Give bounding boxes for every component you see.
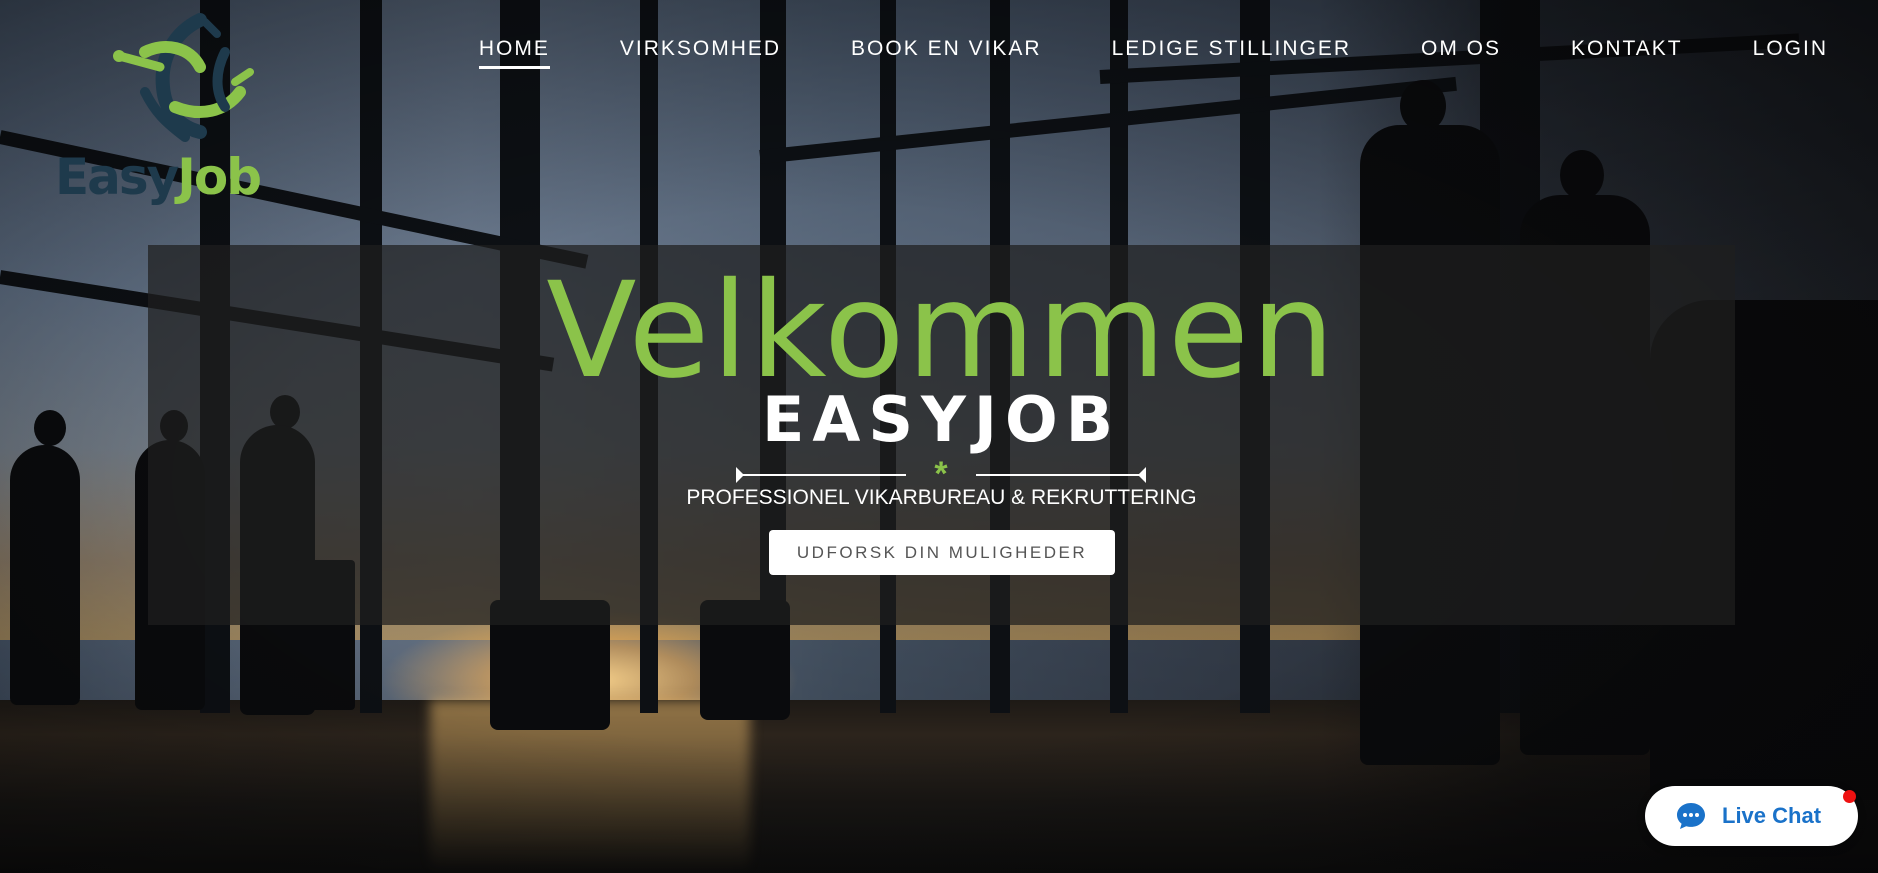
nav-login[interactable]: LOGIN <box>1753 36 1828 69</box>
chat-notification-badge <box>1843 790 1856 803</box>
logo-text-easy: Easy <box>55 148 179 206</box>
chat-bubble-icon <box>1677 803 1705 829</box>
nav-ledige-stillinger[interactable]: LEDIGE STILLINGER <box>1112 36 1351 69</box>
explore-opportunities-button[interactable]: UDFORSK DIN MULIGHEDER <box>769 530 1115 575</box>
hero-heading: Velkommen <box>546 254 1337 408</box>
hero-divider: * <box>736 457 1146 491</box>
hero-panel: Velkommen EASYJOB * PROFESSIONEL VIKARBU… <box>148 245 1735 625</box>
easyjob-logo[interactable]: EasyJob <box>55 12 295 207</box>
nav-virksomhed[interactable]: VIRKSOMHED <box>620 36 781 69</box>
divider-right-line <box>976 474 1142 476</box>
hero-tagline: PROFESSIONEL VIKARBUREAU & REKRUTTERING <box>686 486 1197 509</box>
nav-home[interactable]: HOME <box>478 36 550 69</box>
divider-left-line <box>740 474 906 476</box>
easyjob-swirl-logo-icon <box>113 13 254 142</box>
logo-wordmark: EasyJob <box>55 152 262 202</box>
logo-text-job: Job <box>177 148 262 206</box>
divider-right-cap <box>1138 467 1146 483</box>
live-chat-button[interactable]: Live Chat <box>1645 786 1858 846</box>
hero-brand-title: EASYJOB <box>762 383 1121 456</box>
nav-kontakt[interactable]: KONTAKT <box>1571 36 1683 69</box>
nav-om-os[interactable]: OM OS <box>1421 36 1501 69</box>
main-navigation: HOME VIRKSOMHED BOOK EN VIKAR LEDIGE STI… <box>409 36 1828 69</box>
nav-book-en-vikar[interactable]: BOOK EN VIKAR <box>851 36 1042 69</box>
live-chat-label: Live Chat <box>1722 803 1822 828</box>
